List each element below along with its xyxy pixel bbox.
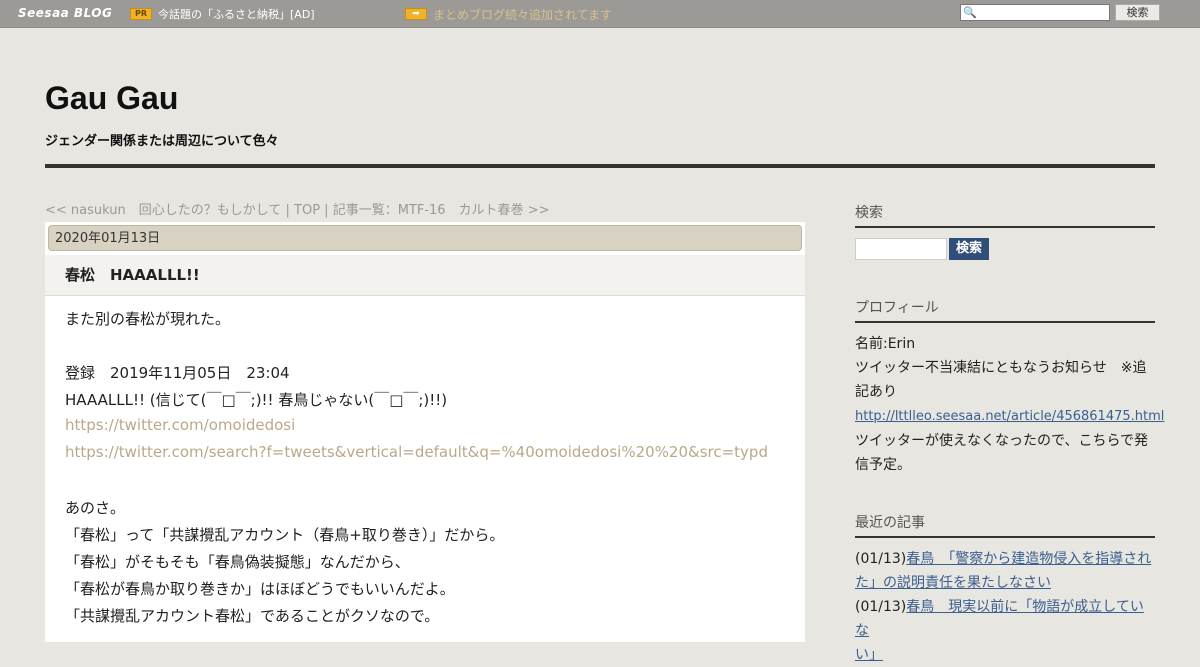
twitter-search-link[interactable]: https://twitter.com/search?f=tweets&vert… bbox=[65, 443, 768, 461]
header-divider bbox=[45, 164, 1155, 168]
top-search-input[interactable]: 🔍 bbox=[960, 4, 1110, 21]
top-search-button[interactable]: 検索 bbox=[1115, 4, 1160, 21]
sidebar-search-button[interactable]: 検索 bbox=[949, 238, 989, 260]
pr-badge: PR bbox=[130, 8, 152, 20]
profile-article-link[interactable]: http://lttlleo.seesaa.net/article/456861… bbox=[855, 409, 1164, 424]
article-title-bar: 春松 HAAALLL!! bbox=[45, 255, 805, 296]
body-line: 「春松」って「共謀攪乱アカウント（春鳥+取り巻き）」だから。 bbox=[65, 526, 505, 544]
recent-item-link[interactable]: 春鳥 「警察から建造物侵入を指導され bbox=[906, 551, 1151, 567]
recent-item: (01/13)春鳥 「警察から建造物侵入を指導され bbox=[855, 547, 1155, 571]
article-nav: << nasukun 回心したの？もしかして | TOP | 記事一覧：MTF-… bbox=[45, 199, 549, 218]
twitter-profile-link[interactable]: https://twitter.com/omoidedosi bbox=[65, 416, 295, 434]
prev-article-link[interactable]: << nasukun 回心したの？もしかして bbox=[45, 203, 281, 218]
blog-title[interactable]: Gau Gau bbox=[45, 80, 178, 117]
sidebar-recent-articles: 最近の記事 (01/13)春鳥 「警察から建造物侵入を指導され た」の説明責任を… bbox=[855, 512, 1155, 667]
recent-item-date: (01/13) bbox=[855, 551, 907, 567]
profile-notice: ツイッター不当凍結にともなうお知らせ ※追 bbox=[855, 360, 1147, 376]
body-line: 登録 2019年11月05日 23:04 bbox=[65, 364, 290, 382]
profile-text: 信予定。 bbox=[855, 457, 911, 473]
profile-heading: プロフィール bbox=[855, 297, 1155, 323]
profile-name: 名前:Erin bbox=[855, 336, 916, 352]
sidebar-search: 検索 検索 bbox=[855, 202, 1155, 262]
article-list-link[interactable]: 記事一覧：MTF-16 カルト春巻 >> bbox=[333, 203, 550, 218]
body-line: 「春松」がそもそも「春鳥偽装擬態」なんだから、 bbox=[65, 553, 410, 571]
search-heading: 検索 bbox=[855, 202, 1155, 228]
article-title[interactable]: 春松 HAAALLL!! bbox=[65, 264, 200, 285]
search-icon: 🔍 bbox=[963, 6, 977, 19]
article: 2020年01月13日 春松 HAAALLL!! また別の春松が現れた。 登録 … bbox=[45, 222, 805, 642]
recent-item-date: (01/13) bbox=[855, 599, 907, 615]
seesaa-blog-logo[interactable]: Seesaa BLOG bbox=[18, 6, 112, 20]
profile-notice: 記あり bbox=[855, 384, 897, 400]
body-line: 「共謀攪乱アカウント春松」であることがクソなので。 bbox=[65, 607, 440, 625]
blog-description: ジェンダー関係または周辺について色々 bbox=[45, 134, 279, 149]
body-line: 「春松が春鳥か取り巻きか」はほぼどうでもいいんだよ。 bbox=[65, 580, 455, 598]
article-date: 2020年01月13日 bbox=[48, 225, 802, 251]
pr-ad-link[interactable]: 今話題の「ふるさと納税」[AD] bbox=[158, 6, 315, 22]
nav-separator: | bbox=[320, 203, 333, 218]
sidebar-search-input[interactable] bbox=[855, 238, 947, 260]
profile-text: ツイッターが使えなくなったので、こちらで発 bbox=[855, 433, 1149, 449]
sidebar-profile: プロフィール 名前:Erin ツイッター不当凍結にともなうお知らせ ※追 記あり… bbox=[855, 297, 1164, 477]
nav-separator: | bbox=[281, 203, 295, 218]
body-line: あのさ。 bbox=[65, 499, 126, 517]
recent-item-link[interactable]: い」 bbox=[855, 647, 883, 663]
top-bar: Seesaa BLOG PR 今話題の「ふるさと納税」[AD] ➡ まとめブログ… bbox=[0, 0, 1200, 28]
recent-item-link[interactable]: た」の説明責任を果たしなさい bbox=[855, 575, 1051, 591]
top-link[interactable]: TOP bbox=[294, 203, 320, 218]
body-line: また別の春松が現れた。 bbox=[65, 310, 231, 328]
recent-item: (01/13)春鳥 現実以前に「物語が成立していな bbox=[855, 595, 1155, 643]
arrow-right-icon: ➡ bbox=[405, 8, 427, 20]
body-line: HAAALLL!! (信じて(￣□￣;)!! 春鳥じゃない(￣□￣;)!!) bbox=[65, 391, 448, 409]
recent-heading: 最近の記事 bbox=[855, 512, 1155, 538]
info-link[interactable]: まとめブログ続々追加されてます bbox=[433, 6, 612, 23]
